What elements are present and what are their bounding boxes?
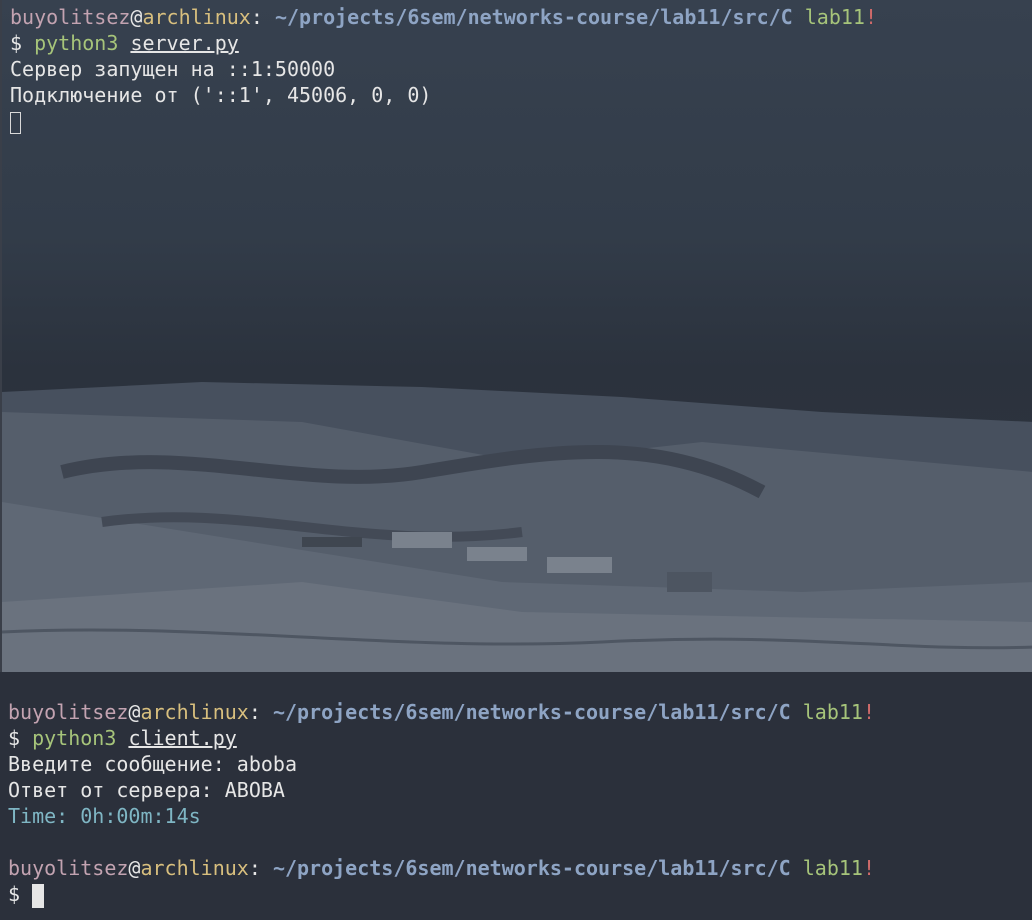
command-argument: server.py (130, 31, 239, 55)
server-terminal-pane[interactable]: buyolitsez@archlinux: ~/projects/6sem/ne… (0, 0, 1032, 672)
prompt-separator: : (248, 856, 273, 880)
command-argument: client.py (128, 726, 237, 750)
prompt-branch: lab11 (802, 700, 863, 724)
prompt-line: buyolitsez@archlinux: ~/projects/6sem/ne… (8, 699, 1024, 725)
command-line: $ python3 server.py (10, 30, 1024, 56)
output-line: Ответ от сервера: ABOBA (8, 778, 285, 802)
prompt-line: buyolitsez@archlinux: ~/projects/6sem/ne… (8, 855, 1024, 881)
prompt-path: ~/projects/6sem/networks-course/lab11/sr… (274, 5, 793, 29)
output-line: Введите сообщение: aboba (8, 752, 297, 776)
input-line[interactable]: $ (8, 881, 1024, 908)
prompt-at: @ (130, 5, 143, 29)
prompt-dirty-marker: ! (862, 856, 876, 880)
cursor-line (10, 108, 1024, 134)
prompt-separator: : (248, 700, 273, 724)
command-prefix: $ (10, 31, 35, 55)
prompt-line: buyolitsez@archlinux: ~/projects/6sem/ne… (10, 4, 1024, 30)
prompt-host: archlinux (140, 856, 249, 880)
terminal-cursor (32, 883, 45, 908)
server-terminal-output: buyolitsez@archlinux: ~/projects/6sem/ne… (10, 4, 1024, 134)
snowy-landscape-wallpaper (2, 382, 1032, 672)
terminal-cursor (10, 111, 21, 134)
prompt-path: ~/projects/6sem/networks-course/lab11/sr… (272, 856, 791, 880)
prompt-host: archlinux (140, 700, 249, 724)
prompt-at: @ (128, 856, 141, 880)
command-prefix: $ (8, 882, 33, 906)
prompt-branch: lab11 (804, 5, 865, 29)
client-terminal-pane[interactable]: buyolitsez@archlinux: ~/projects/6sem/ne… (0, 672, 1032, 920)
prompt-dirty-marker: ! (862, 700, 876, 724)
command-name: python3 (34, 31, 119, 55)
prompt-path: ~/projects/6sem/networks-course/lab11/sr… (272, 700, 791, 724)
client-terminal-output: buyolitsez@archlinux: ~/projects/6sem/ne… (8, 699, 1024, 908)
command-prefix: $ (8, 726, 33, 750)
command-line: $ python3 client.py (8, 725, 1024, 751)
prompt-dirty-marker: ! (864, 5, 878, 29)
prompt-at: @ (128, 700, 141, 724)
output-line: Подключение от ('::1', 45006, 0, 0) (10, 83, 432, 107)
prompt-user: buyolitsez (10, 5, 131, 29)
prompt-branch: lab11 (802, 856, 863, 880)
prompt-user: buyolitsez (8, 856, 129, 880)
prompt-user: buyolitsez (8, 700, 129, 724)
elapsed-time: Time: 0h:00m:14s (8, 804, 201, 828)
prompt-separator: : (250, 5, 275, 29)
prompt-host: archlinux (142, 5, 251, 29)
command-name: python3 (32, 726, 117, 750)
output-line: Сервер запущен на ::1:50000 (10, 57, 336, 81)
